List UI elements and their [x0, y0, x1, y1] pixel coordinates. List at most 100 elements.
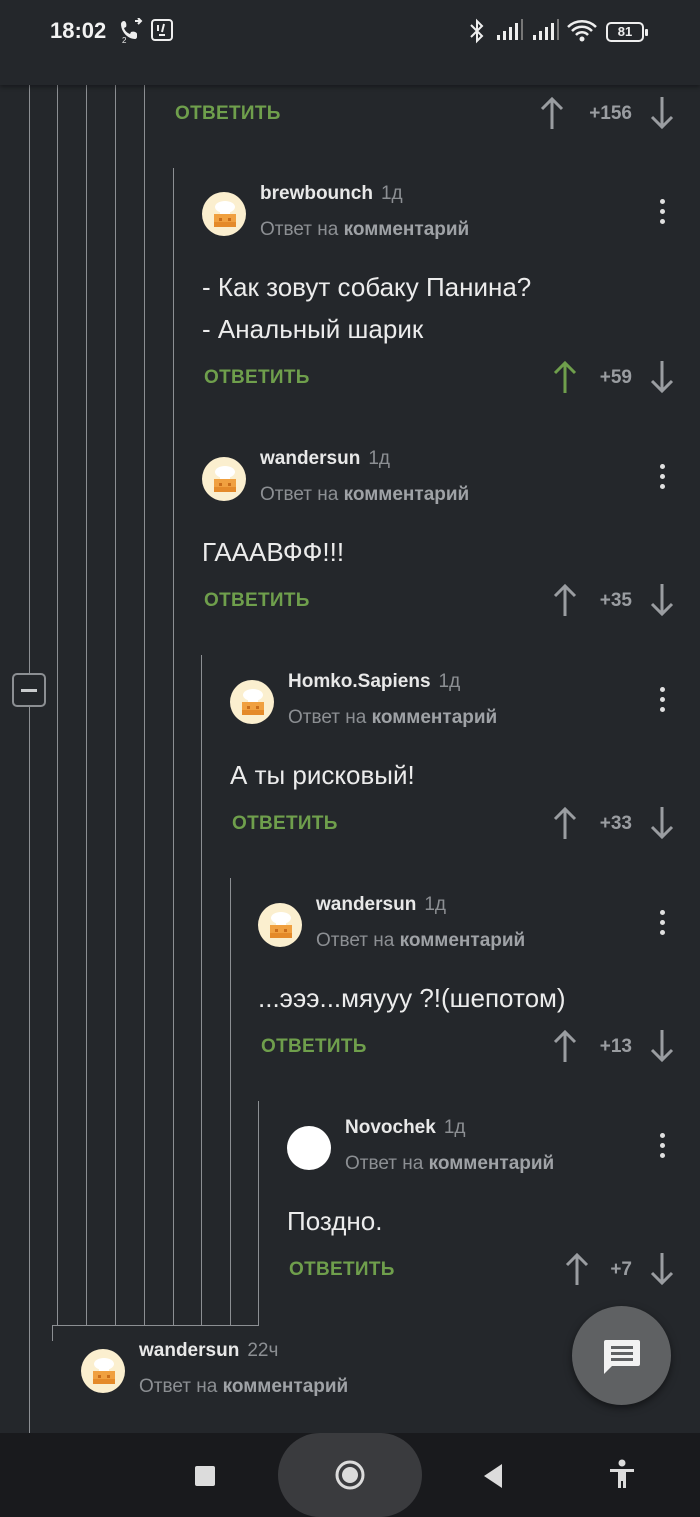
upvote-icon[interactable]	[552, 582, 578, 618]
avatar[interactable]	[202, 457, 246, 501]
comment-actions: ОТВЕТИТЬ +7	[289, 1252, 679, 1299]
comment-time: 1д	[380, 183, 403, 204]
comment-body-line: Поздно.	[287, 1206, 383, 1236]
signal-2-icon	[532, 18, 560, 47]
author-name[interactable]: wandersun	[139, 1340, 239, 1361]
author-name[interactable]: wandersun	[260, 448, 360, 469]
more-options-icon[interactable]	[652, 684, 672, 718]
reply-prefix: Ответ на	[316, 930, 395, 951]
comment-score: +7	[610, 1259, 632, 1280]
reply-button[interactable]: ОТВЕТИТЬ	[204, 590, 310, 612]
comment-body-line: - Как зовут собаку Панина?	[202, 272, 532, 302]
comment-body: ...эээ...мяууу ?!(шепотом)	[258, 977, 566, 1019]
app-notification-icon	[150, 18, 174, 47]
accessibility-icon[interactable]	[608, 1459, 636, 1494]
upvote-icon[interactable]	[539, 95, 565, 131]
upvote-icon[interactable]	[552, 805, 578, 841]
author-name[interactable]: Homko.Sapiens	[288, 671, 431, 692]
comment-score: +156	[589, 103, 632, 124]
more-options-icon[interactable]	[652, 1130, 672, 1164]
downvote-icon[interactable]	[649, 1028, 675, 1064]
reply-prefix: Ответ на	[288, 707, 367, 728]
comment-score: +59	[599, 367, 632, 388]
comment-body: - Как зовут собаку Панина? - Анальный ша…	[202, 266, 531, 350]
more-options-icon[interactable]	[652, 907, 672, 941]
comment-actions: ОТВЕТИТЬ +35	[204, 583, 679, 630]
comment-body: А ты рисковый!	[230, 754, 415, 796]
comment-body-line: - Анальный шарик	[202, 314, 424, 344]
battery-indicator: 81	[606, 22, 648, 42]
comment-actions: ОТВЕТИТЬ +13	[261, 1029, 679, 1076]
comment-time: 1д	[368, 448, 390, 469]
reply-to-line: Ответ на комментарий	[345, 1153, 554, 1175]
reply-prefix: Ответ на	[139, 1376, 218, 1397]
reply-to-line: Ответ на комментарий	[260, 484, 469, 506]
call-forward-icon: 2	[120, 17, 144, 49]
comment-actions: ОТВЕТИТЬ +33	[232, 806, 679, 853]
status-bar: 18:02 2 81	[0, 0, 700, 85]
reply-link[interactable]: комментарий	[429, 1153, 555, 1174]
reply-link[interactable]: комментарий	[344, 484, 470, 505]
author-name[interactable]: Novochek	[345, 1117, 436, 1138]
reply-to-line: Ответ на комментарий	[139, 1376, 348, 1398]
downvote-icon[interactable]	[649, 582, 675, 618]
upvote-icon[interactable]	[552, 359, 578, 395]
reply-prefix: Ответ на	[345, 1153, 424, 1174]
reply-link[interactable]: комментарий	[372, 707, 498, 728]
svg-text:2: 2	[122, 36, 127, 44]
avatar[interactable]	[287, 1126, 331, 1170]
downvote-icon[interactable]	[649, 805, 675, 841]
reply-to-line: Ответ на комментарий	[260, 219, 469, 241]
author-name[interactable]: wandersun	[316, 894, 416, 915]
comment-score: +33	[599, 813, 632, 834]
status-time: 18:02	[50, 18, 107, 43]
home-icon[interactable]	[334, 1459, 366, 1496]
upvote-icon[interactable]	[564, 1251, 590, 1287]
reply-button[interactable]: ОТВЕТИТЬ	[175, 103, 281, 125]
reply-button[interactable]: ОТВЕТИТЬ	[204, 367, 310, 389]
avatar[interactable]	[230, 680, 274, 724]
downvote-icon[interactable]	[649, 95, 675, 131]
more-options-icon[interactable]	[652, 461, 672, 495]
comment-icon	[604, 1340, 640, 1374]
reply-link[interactable]: комментарий	[400, 930, 526, 951]
reply-to-line: Ответ на комментарий	[316, 930, 525, 952]
comment-body-line: ГАААВФФ!!!	[202, 537, 345, 567]
reply-to-line: Ответ на комментарий	[288, 707, 497, 729]
reply-link[interactable]: комментарий	[344, 219, 470, 240]
reply-button[interactable]: ОТВЕТИТЬ	[261, 1036, 367, 1058]
reply-link[interactable]: комментарий	[223, 1376, 349, 1397]
wifi-icon	[566, 18, 598, 49]
avatar[interactable]	[258, 903, 302, 947]
new-comment-button[interactable]	[572, 1306, 671, 1405]
comment-actions: ОТВЕТИТЬ +59	[204, 360, 679, 407]
reply-prefix: Ответ на	[260, 219, 339, 240]
more-options-icon[interactable]	[652, 196, 672, 230]
comment-body-line: А ты рисковый!	[230, 760, 415, 790]
comment-time: 1д	[424, 894, 446, 915]
back-icon[interactable]	[482, 1463, 504, 1494]
upvote-icon[interactable]	[552, 1028, 578, 1064]
downvote-icon[interactable]	[649, 1251, 675, 1287]
comment-score: +35	[599, 590, 632, 611]
recents-icon[interactable]	[194, 1465, 216, 1492]
author-name[interactable]: brewbounch	[260, 183, 373, 204]
reply-button[interactable]: ОТВЕТИТЬ	[289, 1259, 395, 1281]
avatar[interactable]	[202, 192, 246, 236]
system-nav-bar	[0, 1433, 700, 1517]
avatar[interactable]	[81, 1349, 125, 1393]
signal-1-icon	[496, 18, 524, 47]
downvote-icon[interactable]	[649, 359, 675, 395]
comment-body: Поздно.	[287, 1200, 382, 1242]
comment-body: ГАААВФФ!!!	[202, 531, 344, 573]
bluetooth-icon	[468, 18, 486, 49]
comment-time: 1д	[443, 1117, 466, 1138]
collapse-thread-button[interactable]	[12, 673, 46, 707]
comment-actions: ОТВЕТИТЬ +156	[175, 96, 675, 143]
comment-time: 22ч	[247, 1340, 279, 1361]
comment-body-line: ...эээ...мяууу ?!(шепотом)	[258, 983, 566, 1013]
reply-prefix: Ответ на	[260, 484, 339, 505]
comment-score: +13	[599, 1036, 632, 1057]
comment-time: 1д	[438, 671, 461, 692]
reply-button[interactable]: ОТВЕТИТЬ	[232, 813, 338, 835]
